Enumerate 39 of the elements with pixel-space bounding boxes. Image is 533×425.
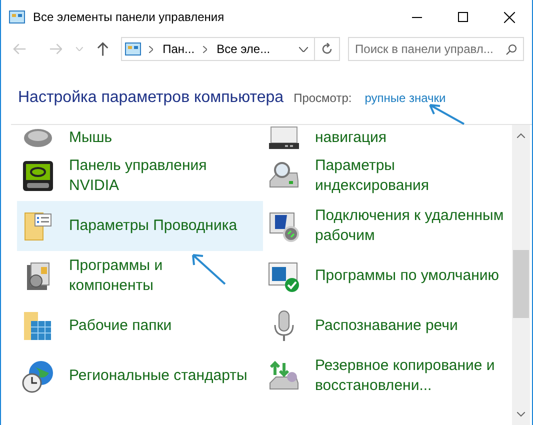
breadcrumb-item[interactable]: Пан... xyxy=(162,40,195,58)
control-panel-item[interactable]: Программы и компоненты xyxy=(17,251,263,301)
control-panel-item[interactable]: Программы по умолчанию xyxy=(263,251,512,301)
chevron-icon xyxy=(202,46,207,52)
close-icon xyxy=(504,12,514,22)
control-panel-item[interactable]: Распознавание речи xyxy=(263,301,512,351)
chevron-icon xyxy=(148,46,153,52)
maximize-icon xyxy=(458,12,468,22)
control-panel-item[interactable]: Панель управления NVIDIA xyxy=(17,151,263,201)
control-panel-icon xyxy=(124,42,141,56)
page-heading: Настройка параметров компьютера xyxy=(18,88,284,108)
annotation-arrow xyxy=(189,252,227,286)
control-panel-item[interactable]: навигация xyxy=(263,125,512,151)
annotation-arrow xyxy=(426,103,466,125)
up-arrow-icon[interactable] xyxy=(96,42,109,56)
control-panel-item[interactable]: Рабочие папки xyxy=(17,301,263,351)
control-panel-item[interactable]: Подключения к удаленным рабочим xyxy=(263,201,512,251)
globe-clock-icon xyxy=(21,359,55,393)
minimize-icon xyxy=(412,16,422,18)
search-icon xyxy=(506,44,518,54)
scrollbar-thumb[interactable] xyxy=(513,250,529,318)
window-title: Все элементы панели управления xyxy=(33,9,224,26)
graphics-card-icon xyxy=(21,159,55,193)
control-panel-item[interactable]: Параметры индексирования xyxy=(263,151,512,201)
control-panel-item[interactable]: Параметры Проводника xyxy=(17,201,263,251)
control-panel-item[interactable]: Мышь xyxy=(17,125,263,151)
control-panel-item[interactable]: Резервное копирование и восстановлени... xyxy=(263,351,512,401)
refresh-icon[interactable] xyxy=(321,43,334,55)
breadcrumb-item[interactable]: Все эле... xyxy=(216,40,270,58)
control-panel-icon xyxy=(9,9,25,25)
search-field[interactable]: Поиск в панели управл... xyxy=(348,37,524,61)
scroll-down-icon[interactable] xyxy=(517,412,525,417)
dropdown-caret-icon[interactable] xyxy=(299,46,308,52)
scrollbar[interactable] xyxy=(512,125,530,425)
control-panel-item[interactable]: Региональные стандарты xyxy=(17,351,263,401)
address-bar[interactable]: Пан... Все эле... xyxy=(120,37,340,61)
view-mode-link[interactable]: рупные значки xyxy=(364,89,446,107)
view-label: Просмотр: xyxy=(294,90,352,107)
scroll-up-icon[interactable] xyxy=(517,133,525,138)
